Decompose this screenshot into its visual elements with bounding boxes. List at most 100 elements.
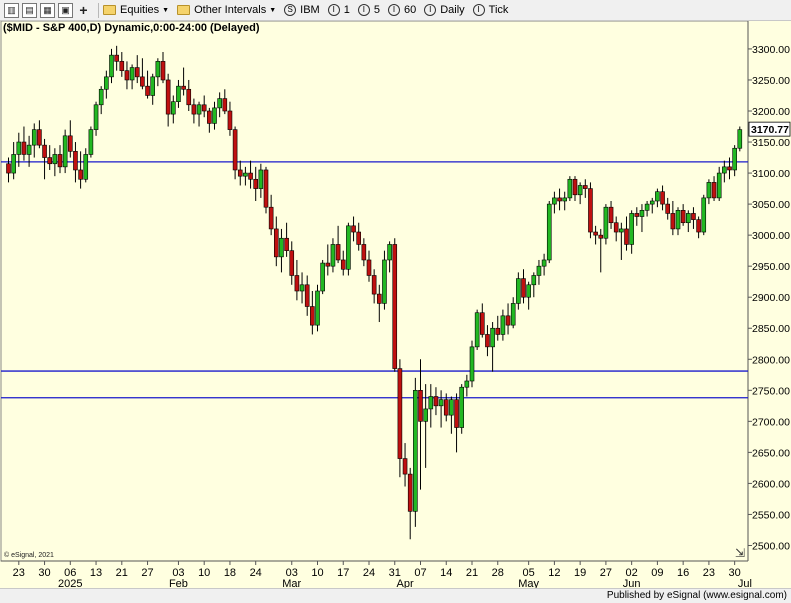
candle-body	[26, 144, 32, 155]
candle-body	[145, 85, 150, 96]
candle-body	[366, 259, 372, 276]
candle-body	[361, 244, 367, 261]
candle-body	[268, 206, 274, 230]
candle-body	[675, 210, 681, 230]
x-period-label: 2025	[58, 578, 82, 588]
interval-tick-button[interactable]: I Tick	[472, 4, 508, 16]
y-tick-label: 2950.00	[752, 261, 790, 273]
candle-body	[150, 76, 155, 96]
candle-body	[129, 67, 135, 81]
candle-body	[273, 228, 279, 258]
candle-body	[567, 178, 573, 199]
candle-body	[299, 284, 305, 292]
candle-body	[78, 169, 83, 180]
candle-body	[320, 262, 325, 292]
add-icon[interactable]: +	[76, 2, 91, 18]
print-icon[interactable]: ▣	[58, 2, 73, 18]
candle-body	[443, 399, 449, 416]
candle-body	[258, 169, 264, 189]
y-tick-label: 3150.00	[752, 137, 790, 149]
candle-body	[289, 250, 295, 276]
candle-body	[83, 154, 89, 180]
interval-60-button[interactable]: I 60	[387, 4, 417, 16]
candle-body	[608, 206, 614, 224]
symbol-ibm-button[interactable]: S IBM	[284, 4, 320, 16]
y-tick-label: 3200.00	[752, 106, 790, 118]
candle-body	[562, 197, 568, 202]
candle-body	[237, 169, 243, 177]
y-tick-label: 3250.00	[752, 75, 790, 87]
candle-body	[428, 396, 434, 410]
candle-body	[649, 200, 655, 205]
candle-body	[655, 191, 660, 202]
candle-body	[634, 213, 640, 217]
x-tick-label: 19	[574, 567, 586, 579]
caret-down-icon: ▼	[162, 6, 170, 14]
symbol-icon: S	[284, 4, 297, 16]
candle-body	[546, 203, 552, 261]
candle-body	[212, 107, 217, 124]
y-tick-label: 2600.00	[752, 478, 790, 490]
y-tick-label: 2750.00	[752, 385, 790, 397]
candle-body	[464, 380, 470, 388]
interval-label: 60	[403, 4, 417, 16]
x-period-label: May	[518, 578, 539, 588]
candle-body	[201, 104, 207, 112]
candle-body	[727, 166, 732, 171]
layout-icon[interactable]: ▦	[40, 2, 55, 18]
x-tick-label: 13	[90, 567, 102, 579]
x-tick-label: 16	[677, 567, 689, 579]
other-intervals-button[interactable]: Other Intervals ▼	[177, 4, 276, 16]
x-tick-label: 09	[651, 567, 663, 579]
candle-body	[16, 141, 22, 155]
candle-body	[701, 197, 707, 233]
candle-body	[243, 172, 248, 177]
interval-5-button[interactable]: I 5	[357, 4, 380, 16]
chart-style-icon[interactable]: ▥	[4, 2, 19, 18]
chart-panel[interactable]: 2500.00 2550.00 2600.00 2650.00 2700.00 2750.…	[0, 21, 791, 588]
candle-body	[340, 259, 346, 270]
x-tick-label: 24	[250, 567, 262, 579]
candle-body	[11, 154, 16, 174]
last-price-label: 3170.77	[751, 124, 789, 136]
x-tick-label: 30	[38, 567, 50, 579]
candle-body	[732, 147, 737, 171]
candle-body	[21, 141, 27, 155]
candle-body	[325, 262, 331, 267]
x-tick-label: 23	[13, 567, 25, 579]
axis-scale-icon[interactable]: ⇲	[735, 546, 745, 560]
x-period-label: Jul	[738, 578, 752, 588]
candle-body	[737, 129, 743, 149]
interval-label: Daily	[440, 4, 465, 16]
candle-body	[495, 327, 501, 335]
interval-1-button[interactable]: I 1	[327, 4, 350, 16]
candle-body	[593, 231, 598, 236]
candle-body	[371, 275, 377, 295]
candle-body	[696, 219, 701, 233]
candle-body	[6, 163, 11, 174]
candle-body	[521, 278, 526, 298]
candle-body	[140, 76, 145, 87]
interval-daily-button[interactable]: I Daily	[424, 4, 465, 16]
candle-body	[171, 101, 176, 115]
toolbar: ▥ ▤ ▦ ▣ + Equities ▼ Other Intervals ▼ S…	[0, 0, 791, 21]
candle-body	[176, 85, 181, 102]
candle-body	[88, 129, 94, 155]
x-period-label: Feb	[169, 578, 188, 588]
candle-body	[500, 315, 506, 335]
candle-body	[356, 231, 362, 245]
y-tick-label: 2700.00	[752, 416, 790, 428]
candle-body	[619, 228, 624, 233]
candle-body	[536, 265, 542, 276]
equities-button[interactable]: Equities ▼	[103, 4, 169, 16]
candle-body	[552, 197, 557, 205]
candle-body	[670, 213, 676, 230]
x-tick-label: 23	[703, 567, 715, 579]
price-chart[interactable]: 2500.00 2550.00 2600.00 2650.00 2700.00 2750.…	[0, 21, 791, 588]
folder-icon	[177, 5, 191, 15]
x-tick-label: 07	[414, 567, 426, 579]
x-tick-label: 21	[116, 567, 128, 579]
esignal-credit: © eSignal, 2021	[4, 552, 54, 559]
new-page-icon[interactable]: ▤	[22, 2, 37, 18]
candle-body	[691, 213, 696, 220]
